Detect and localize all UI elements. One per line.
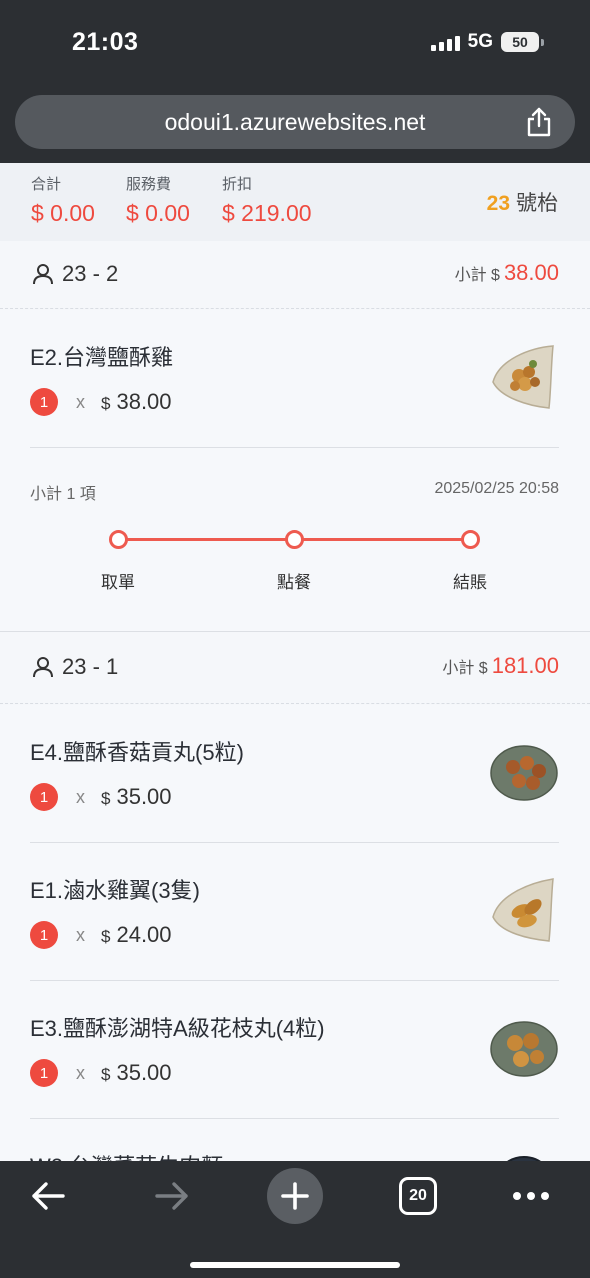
item-price: $24.00 [101,922,172,948]
subtotal-label: 小計 $ [442,660,488,677]
service-value: $ 0.00 [126,200,190,226]
quantity-badge: 1 [30,921,58,949]
more-menu-button[interactable] [512,1161,550,1231]
subtotal-value: 181.00 [491,653,559,678]
squid-ball-dish-image [490,1021,558,1077]
table-number: 23 號枱 [487,187,558,217]
total-value: $ 0.00 [31,200,95,226]
item-quantity-row: 1 x $24.00 [30,921,172,949]
item-name: E3.鹽酥澎湖特A級花枝丸(4粒) [30,1016,325,1041]
list-item[interactable]: E4.鹽酥香菇貢丸(5粒) 1 x $35.00 [30,705,559,843]
price-value: 38.00 [116,389,172,414]
status-time: 21:03 [72,28,139,56]
currency-sign: $ [101,394,111,413]
guest-label: 23 - 2 [62,261,119,286]
order-card: E2.台灣鹽酥雞 1 x $38.00 小計 1 項 2025/02/25 20… [0,310,590,632]
item-quantity-row: 1 x $35.00 [30,1059,172,1087]
quantity-badge: 1 [30,783,58,811]
battery-level: 50 [501,32,539,52]
price-value: 35.00 [116,1060,172,1085]
guest-label: 23 - 1 [62,654,119,679]
order-group-header: 23 - 1 小計 $181.00 [0,634,590,704]
home-indicator[interactable] [190,1262,400,1268]
currency-sign: $ [101,927,111,946]
order-group-header: 23 - 2 小計 $38.00 [0,241,590,309]
group-subtotal: 小計 $38.00 [455,260,559,286]
item-name: E2.台灣鹽酥雞 [30,345,174,370]
more-dots-icon [513,1192,549,1200]
multiply-sign: x [76,786,85,807]
multiply-sign: x [76,1062,85,1083]
step-dot-pickup [109,530,128,549]
forward-arrow-icon [155,1182,188,1210]
list-item[interactable]: E1.滷水雞翼(3隻) 1 x $24.00 [30,843,559,981]
forward-button[interactable] [152,1161,192,1231]
address-bar[interactable]: odoui1.azurewebsites.net [15,95,575,149]
multiply-sign: x [76,391,85,412]
browser-toolbar: 20 [0,1161,590,1278]
group-subtotal: 小計 $181.00 [442,653,559,679]
discount-label: 折扣 [222,176,253,193]
meatball-dish-image [490,745,558,801]
step-dot-order [285,530,304,549]
back-arrow-icon [32,1182,65,1210]
order-timestamp: 2025/02/25 20:58 [434,480,559,497]
item-name: E4.鹽酥香菇貢丸(5粒) [30,740,244,765]
total-label: 合計 [31,176,62,193]
fried-chicken-dish-image [492,345,554,409]
price-value: 35.00 [116,784,172,809]
currency-sign: $ [101,789,111,808]
price-value: 24.00 [116,922,172,947]
table-number-value: 23 [486,192,510,215]
subtotal-value: 38.00 [503,260,559,285]
url-text[interactable]: odoui1.azurewebsites.net [165,109,426,136]
network-label: 5G [467,31,493,52]
currency-sign: $ [101,1065,111,1084]
bill-summary: 合計 $ 0.00 服務費 $ 0.00 折扣 $ 219.00 23 號枱 [0,163,590,241]
discount-summary: 折扣 $ 219.00 [222,173,312,227]
new-tab-button[interactable] [267,1168,323,1224]
back-button[interactable] [28,1161,68,1231]
guest-info: 23 - 1 [32,654,118,680]
order-card: E4.鹽酥香菇貢丸(5粒) 1 x $35.00 E1.滷水雞翼(3隻) 1 x… [0,705,590,1218]
multiply-sign: x [76,924,85,945]
plus-icon [281,1182,309,1210]
list-item[interactable]: E2.台灣鹽酥雞 1 x $38.00 [30,310,559,448]
step-label-pickup: 取單 [101,573,135,592]
tab-count: 20 [409,1187,427,1204]
list-item[interactable]: E3.鹽酥澎湖特A級花枝丸(4粒) 1 x $35.00 [30,981,559,1119]
step-dot-checkout [461,530,480,549]
quantity-badge: 1 [30,1059,58,1087]
service-label: 服務費 [126,176,172,193]
quantity-badge: 1 [30,388,58,416]
total-summary: 合計 $ 0.00 [31,173,95,227]
browser-chrome-top: 21:03 5G 50 odoui1.azurewebsites.net [0,0,590,163]
chicken-wings-dish-image [492,878,554,942]
guest-info: 23 - 2 [32,261,118,287]
item-price: $35.00 [101,784,172,810]
item-quantity-row: 1 x $35.00 [30,783,172,811]
person-icon [33,657,53,678]
battery-icon: 50 [501,32,544,52]
service-summary: 服務費 $ 0.00 [126,173,190,227]
discount-value: $ 219.00 [222,200,312,226]
status-indicators: 5G 50 [430,31,544,53]
order-progress: 取單 點餐 結賬 [30,524,559,604]
subtotal-label: 小計 $ [454,267,500,284]
step-label-checkout: 結賬 [453,573,487,592]
item-quantity-row: 1 x $38.00 [30,388,172,416]
item-name: E1.滷水雞翼(3隻) [30,878,200,903]
step-label-order: 點餐 [277,573,311,592]
item-price: $38.00 [101,389,172,415]
item-price: $35.00 [101,1060,172,1086]
share-icon[interactable] [525,107,553,137]
tabs-button[interactable]: 20 [399,1177,437,1215]
item-count: 小計 1 項 [30,486,96,503]
signal-icon [430,33,460,51]
table-number-suffix: 號枱 [516,192,558,215]
person-icon [33,264,53,285]
